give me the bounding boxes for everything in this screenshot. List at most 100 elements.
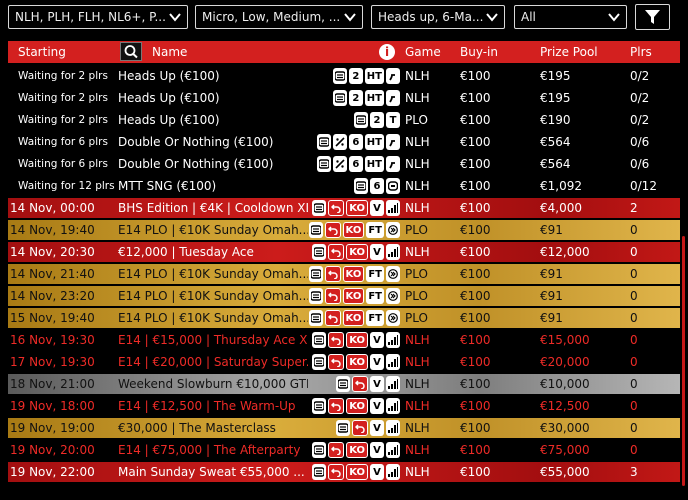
row-name: €30,000 | The Masterclass (118, 421, 276, 435)
row-starting: Waiting for 2 plrs (18, 70, 108, 82)
row-players: 0 (630, 399, 638, 413)
table-type-icon (308, 222, 323, 238)
row-name: E14 | €15,000 | Thursday Ace XL (118, 333, 308, 347)
format-value: Heads up, 6-Ma... (378, 10, 484, 24)
col-players[interactable]: Plrs (630, 41, 652, 63)
row-starting: 16 Nov, 19:30 (10, 333, 95, 347)
tournament-row[interactable]: 19 Nov, 19:00 €30,000 | The Masterclass V N… (8, 418, 680, 438)
tournament-row[interactable]: 16 Nov, 19:30 E14 | €15,000 | Thursday Ac… (8, 330, 680, 350)
tournament-row[interactable]: 17 Nov, 19:30 E14 | €20,000 | Saturday Su… (8, 352, 680, 372)
row-name: E14 PLO | €10K Sunday Omah... (118, 267, 308, 281)
row-buyin: €100 (460, 223, 491, 237)
row-buyin: €100 (460, 157, 491, 171)
tournament-row[interactable]: 14 Nov, 23:20 E14 PLO | €10K Sunday Omah.… (8, 286, 680, 306)
col-game[interactable]: Game (405, 41, 441, 63)
row-players: 0/6 (630, 135, 650, 149)
row-starting: Waiting for 6 plrs (18, 136, 108, 148)
rebuy-icon (328, 464, 345, 480)
tournament-row[interactable]: Waiting for 6 plrs Double Or Nothing (€10… (8, 132, 680, 152)
table-type-icon (312, 200, 327, 216)
row-prize-pool: €91 (540, 223, 563, 237)
row-feature-icons: 2T (354, 112, 400, 128)
format-dropdown[interactable]: Heads up, 6-Ma... (371, 5, 505, 29)
info-icon[interactable]: i (379, 44, 395, 60)
tournament-row[interactable]: 19 Nov, 18:00 E14 | €12,500 | The Warm-Up… (8, 396, 680, 416)
stakes-dropdown[interactable]: Micro, Low, Medium, ... (195, 5, 363, 29)
row-feature-icons: KO V (312, 200, 400, 216)
row-prize-pool: €15,000 (540, 333, 590, 347)
rebuy-icon (328, 354, 345, 370)
tournament-row[interactable]: 15 Nov, 19:40 E14 PLO | €10K Sunday Omah.… (8, 308, 680, 328)
seats-6-icon: 6 (348, 134, 363, 150)
fast-forward-icon (386, 288, 400, 304)
row-players: 0 (630, 245, 638, 259)
tournament-row[interactable]: 19 Nov, 20:00 E14 | €75,000 | The Afterpa… (8, 440, 680, 460)
fast-forward-icon (386, 266, 400, 282)
row-feature-icons: 6 HT (316, 156, 400, 172)
row-players: 0/2 (630, 69, 650, 83)
table-type-icon (332, 68, 347, 84)
knockout-icon: KO (346, 200, 368, 216)
tournament-row[interactable]: Waiting for 6 plrs Double Or Nothing (€10… (8, 154, 680, 174)
tournament-row[interactable]: 18 Nov, 21:00 Weekend Slowburn €10,000 GT… (8, 374, 680, 394)
row-game: NLH (405, 377, 430, 391)
chevron-down-icon (486, 13, 498, 22)
row-feature-icons: V (336, 420, 400, 436)
double-or-nothing-icon (332, 134, 347, 150)
search-icon[interactable] (120, 42, 142, 61)
funnel-icon (645, 10, 660, 24)
row-game: PLO (405, 223, 428, 237)
row-players: 0 (630, 267, 638, 281)
signal-bars-icon (386, 398, 400, 414)
tournament-row[interactable]: 14 Nov, 21:40 E14 PLO | €10K Sunday Omah.… (8, 264, 680, 284)
tournament-row[interactable]: 14 Nov, 19:40 E14 PLO | €10K Sunday Omah.… (8, 220, 680, 240)
knockout-icon: KO (346, 442, 368, 458)
tournament-row[interactable]: Waiting for 12 plrs MTT SNG (€100) 6 NLH €10… (8, 176, 680, 196)
rebuy-icon (328, 244, 345, 260)
game-type-dropdown[interactable]: NLH, PLH, FLH, NL6+, P... (8, 5, 188, 29)
row-players: 0 (630, 355, 638, 369)
filter-button[interactable] (635, 4, 670, 30)
table-type-icon (354, 178, 368, 194)
col-name[interactable]: Name (152, 41, 187, 63)
row-name: E14 PLO | €10K Sunday Omah... (118, 311, 308, 325)
col-starting[interactable]: Starting (18, 41, 66, 63)
rebuy-icon (324, 310, 341, 326)
col-buyin[interactable]: Buy-in (460, 41, 498, 63)
fast-forward-icon (386, 222, 400, 238)
row-buyin: €100 (460, 91, 491, 105)
row-feature-icons: 2 HT (332, 68, 400, 84)
status-dropdown[interactable]: All (514, 5, 627, 29)
tournament-row[interactable]: Waiting for 2 plrs Heads Up (€100) 2 T PLO €1… (8, 110, 680, 130)
row-starting: 15 Nov, 19:40 (10, 311, 95, 325)
tournament-row[interactable]: Waiting for 2 plrs Heads Up (€100) 2 HT NLH €… (8, 88, 680, 108)
row-prize-pool: €20,000 (540, 355, 590, 369)
row-feature-icons: KO V (312, 354, 400, 370)
v-badge-icon: V (370, 464, 384, 480)
row-buyin: €100 (460, 355, 491, 369)
turbo-icon (386, 68, 400, 84)
row-game: NLH (405, 135, 430, 149)
row-feature-icons: 2 HT (332, 90, 400, 106)
row-feature-icons: KO V (312, 464, 400, 480)
row-feature-icons: KO V (312, 332, 400, 348)
scrollbar-thumb[interactable] (682, 236, 685, 486)
v-badge-icon: V (370, 354, 384, 370)
tournament-row[interactable]: Waiting for 2 plrs Heads Up (€100) 2 HT NLH €… (8, 66, 680, 86)
row-name: E14 | €75,000 | The Afterparty (118, 443, 301, 457)
tournament-row[interactable]: 14 Nov, 20:30 €12,000 | Tuesday Ace KO V NLH… (8, 242, 680, 262)
row-feature-icons: KO V (312, 398, 400, 414)
table-type-icon (312, 354, 327, 370)
rebuy-icon (328, 332, 345, 348)
row-prize-pool: €10,000 (540, 377, 590, 391)
tournament-row[interactable]: 14 Nov, 00:00 BHS Edition | €4K | Cooldow… (8, 198, 680, 218)
col-prize-pool[interactable]: Prize Pool (540, 41, 598, 63)
row-game: NLH (405, 355, 430, 369)
row-name: Main Sunday Sweat €55,000 ... (118, 465, 305, 479)
knockout-icon: KO (342, 266, 365, 282)
row-buyin: €100 (460, 333, 491, 347)
chevron-down-icon (608, 13, 620, 22)
v-badge-icon: V (370, 244, 384, 260)
signal-bars-icon (386, 332, 400, 348)
tournament-row[interactable]: 19 Nov, 22:00 Main Sunday Sweat €55,000 .… (8, 462, 680, 482)
